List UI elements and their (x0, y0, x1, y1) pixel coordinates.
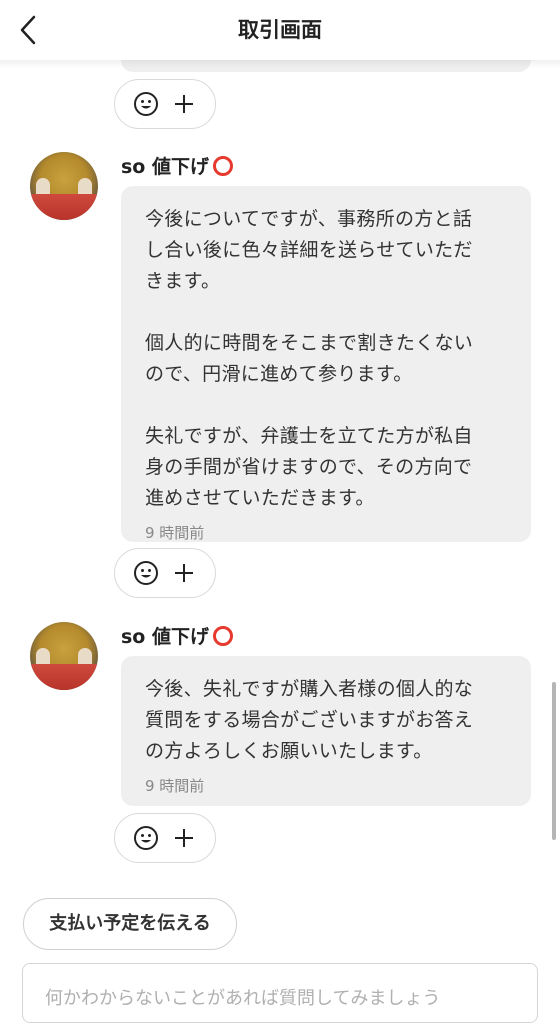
page-title: 取引画面 (238, 18, 322, 42)
message-text: 今後、失礼ですが購入者様の個人的な 質問をする場合がございますがお答え の方よろ… (145, 678, 474, 762)
reaction-bar (114, 79, 216, 129)
message-time: 9 時間前 (145, 524, 205, 542)
scrollbar[interactable] (552, 682, 556, 840)
smiley-icon (134, 92, 158, 116)
sender-name: so 値下げ (121, 622, 233, 649)
message-bubble: 今後、失礼ですが購入者様の個人的な 質問をする場合がございますがお答え の方よろ… (121, 656, 531, 806)
reaction-bar (114, 813, 216, 863)
avatar[interactable] (30, 622, 98, 690)
add-emoji-button[interactable] (130, 557, 162, 589)
add-reaction-button[interactable] (168, 822, 200, 854)
plus-icon (175, 564, 193, 582)
red-circle-icon (212, 155, 233, 176)
message-time: 9 時間前 (145, 777, 205, 795)
red-circle-icon (212, 625, 233, 646)
plus-icon (175, 95, 193, 113)
smiley-icon (134, 826, 158, 850)
add-reaction-button[interactable] (168, 557, 200, 589)
message-text: 今後についてですが、事務所の方と話 し合い後に色々詳細を送らせていただ きます。… (145, 208, 474, 509)
top-bar: 取引画面 (0, 0, 560, 60)
message-input-container[interactable] (22, 963, 538, 1023)
payment-schedule-button[interactable]: 支払い予定を伝える (23, 898, 237, 950)
smiley-icon (134, 561, 158, 585)
avatar[interactable] (30, 152, 98, 220)
add-reaction-button[interactable] (168, 88, 200, 120)
message-bubble: 今後についてですが、事務所の方と話 し合い後に色々詳細を送らせていただ きます。… (121, 186, 531, 542)
header-divider (0, 60, 560, 68)
sender-name: so 値下げ (121, 152, 233, 179)
sender-name-label: so 値下げ (121, 626, 209, 648)
add-emoji-button[interactable] (130, 88, 162, 120)
message-input[interactable] (45, 984, 525, 1014)
add-emoji-button[interactable] (130, 822, 162, 854)
sender-name-label: so 値下げ (121, 156, 209, 178)
reaction-bar (114, 548, 216, 598)
plus-icon (175, 829, 193, 847)
